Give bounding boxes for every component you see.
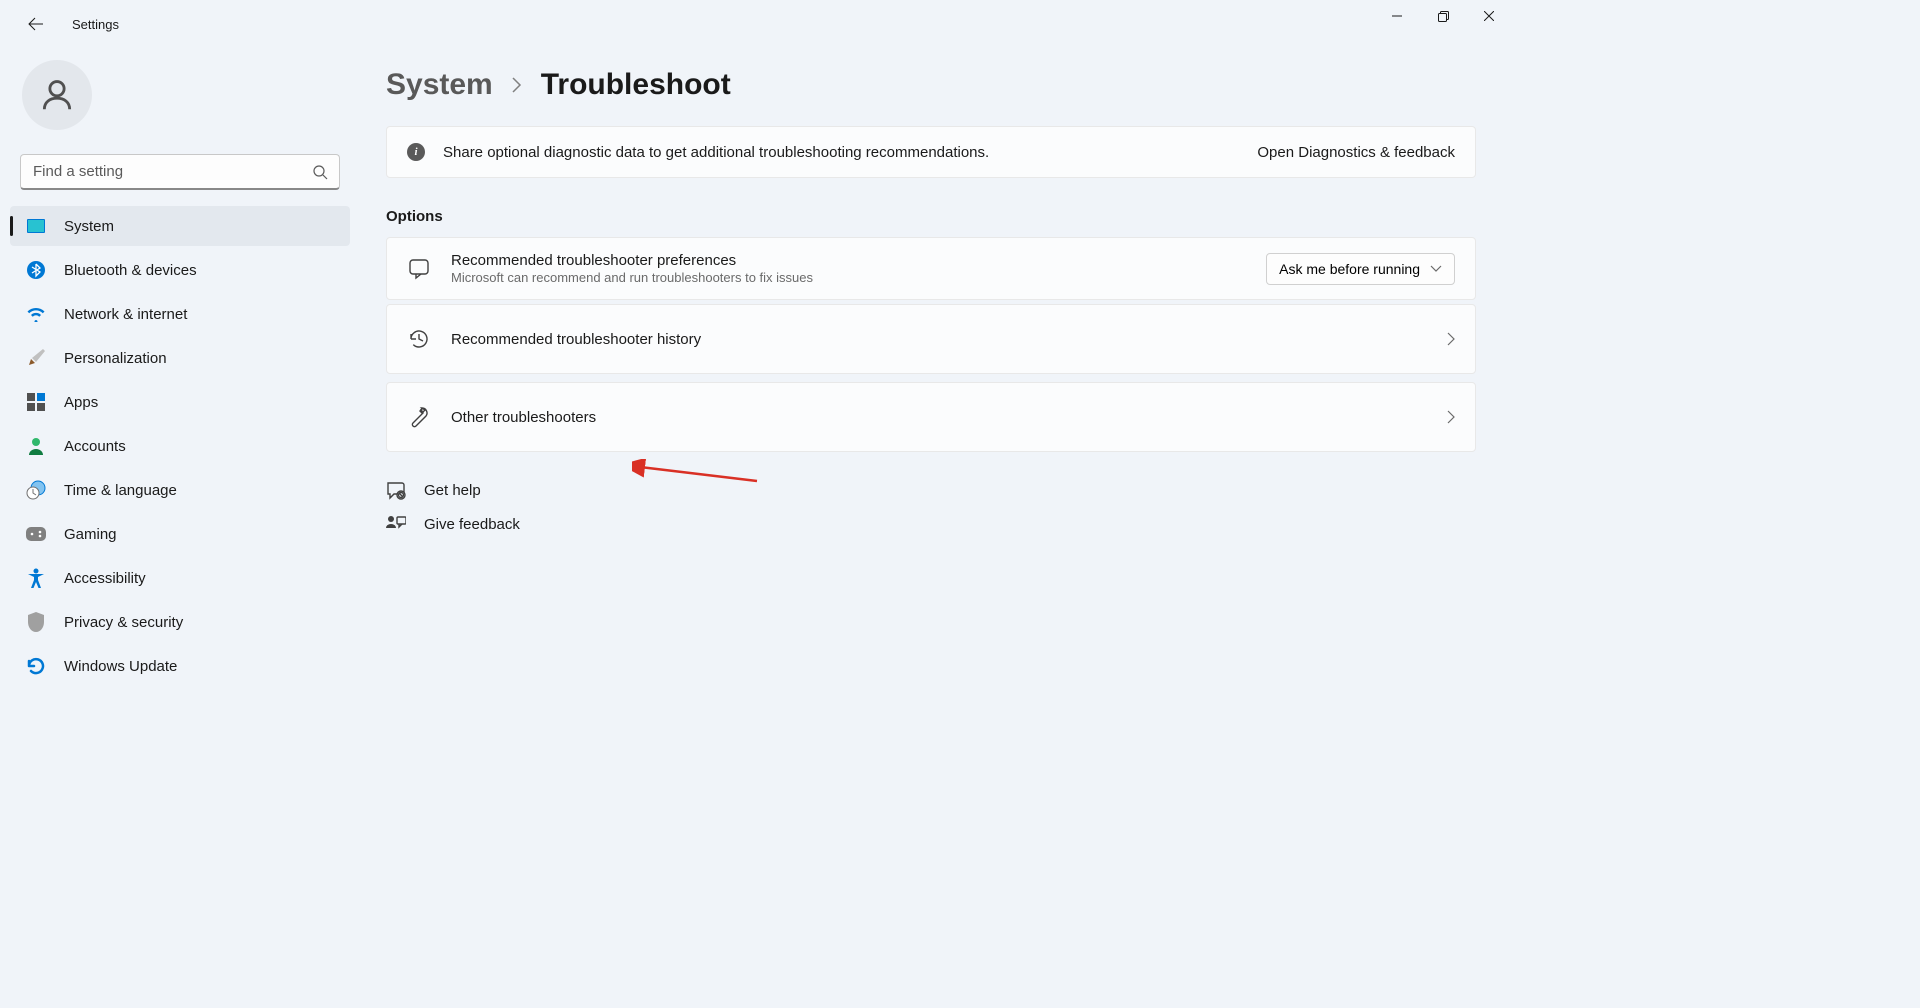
sidebar-item-accounts[interactable]: Accounts (10, 426, 350, 466)
card-subtitle: Microsoft can recommend and run troubles… (451, 270, 1266, 285)
chevron-down-icon (1430, 265, 1442, 273)
breadcrumb: System Troubleshoot (386, 68, 1476, 102)
breadcrumb-parent[interactable]: System (386, 68, 493, 102)
diagnostics-feedback-link[interactable]: Open Diagnostics & feedback (1257, 144, 1455, 161)
link-label: Get help (424, 482, 481, 499)
nav-label: System (64, 218, 114, 235)
sidebar-item-windows-update[interactable]: Windows Update (10, 646, 350, 686)
options-title: Options (386, 208, 1476, 225)
accessibility-icon (26, 568, 46, 588)
nav-label: Windows Update (64, 658, 177, 675)
sidebar-item-privacy[interactable]: Privacy & security (10, 602, 350, 642)
card-title: Recommended troubleshooter history (451, 331, 1447, 348)
bluetooth-icon (26, 260, 46, 280)
user-avatar[interactable] (22, 60, 92, 130)
sidebar-item-network[interactable]: Network & internet (10, 294, 350, 334)
apps-icon (26, 392, 46, 412)
info-banner: i Share optional diagnostic data to get … (386, 126, 1476, 178)
paintbrush-icon (26, 348, 46, 368)
minimize-button[interactable] (1374, 0, 1420, 32)
search-box (20, 154, 340, 190)
accounts-icon (26, 436, 46, 456)
sidebar-item-apps[interactable]: Apps (10, 382, 350, 422)
wifi-icon (26, 304, 46, 324)
breadcrumb-current: Troubleshoot (541, 68, 731, 102)
nav-label: Network & internet (64, 306, 187, 323)
info-icon: i (407, 143, 425, 161)
update-icon (26, 656, 46, 676)
nav-label: Personalization (64, 350, 167, 367)
other-troubleshooters-card[interactable]: Other troubleshooters (386, 382, 1476, 452)
window-controls (1374, 0, 1512, 32)
shield-icon (26, 612, 46, 632)
card-title: Recommended troubleshooter preferences (451, 252, 1266, 269)
chat-icon (407, 257, 431, 281)
give-feedback-link[interactable]: Give feedback (386, 514, 1476, 534)
sidebar-item-accessibility[interactable]: Accessibility (10, 558, 350, 598)
back-button[interactable] (16, 4, 56, 44)
sidebar-item-time-language[interactable]: Time & language (10, 470, 350, 510)
system-icon (26, 216, 46, 236)
chevron-right-icon (511, 75, 523, 95)
nav-label: Bluetooth & devices (64, 262, 197, 279)
arrow-left-icon (28, 16, 44, 32)
minimize-icon (1392, 11, 1402, 21)
person-icon (38, 76, 76, 114)
get-help-link[interactable]: Get help (386, 480, 1476, 500)
history-card[interactable]: Recommended troubleshooter history (386, 304, 1476, 374)
nav-label: Privacy & security (64, 614, 183, 631)
close-icon (1484, 11, 1494, 21)
prefs-dropdown[interactable]: Ask me before running (1266, 253, 1455, 285)
sidebar: System Bluetooth & devices Network & int… (0, 48, 360, 794)
titlebar: Settings (0, 0, 1512, 48)
info-text: Share optional diagnostic data to get ad… (443, 144, 1257, 161)
maximize-button[interactable] (1420, 0, 1466, 32)
sidebar-item-bluetooth[interactable]: Bluetooth & devices (10, 250, 350, 290)
sidebar-item-system[interactable]: System (10, 206, 350, 246)
chevron-right-icon (1447, 410, 1455, 424)
sidebar-item-personalization[interactable]: Personalization (10, 338, 350, 378)
clock-globe-icon (26, 480, 46, 500)
search-input[interactable] (20, 154, 340, 190)
main-content: System Troubleshoot i Share optional dia… (360, 48, 1512, 794)
link-label: Give feedback (424, 516, 520, 533)
maximize-icon (1438, 11, 1449, 22)
sidebar-item-gaming[interactable]: Gaming (10, 514, 350, 554)
nav-label: Gaming (64, 526, 117, 543)
search-icon (312, 164, 328, 180)
wrench-icon (407, 405, 431, 429)
close-button[interactable] (1466, 0, 1512, 32)
nav-label: Time & language (64, 482, 177, 499)
dropdown-value: Ask me before running (1279, 261, 1420, 277)
card-title: Other troubleshooters (451, 409, 1447, 426)
gaming-icon (26, 524, 46, 544)
recommended-prefs-card[interactable]: Recommended troubleshooter preferences M… (386, 237, 1476, 300)
nav-label: Apps (64, 394, 98, 411)
nav-label: Accessibility (64, 570, 146, 587)
help-icon (386, 480, 406, 500)
chevron-right-icon (1447, 332, 1455, 346)
feedback-icon (386, 514, 406, 534)
app-title: Settings (72, 17, 119, 32)
nav-label: Accounts (64, 438, 126, 455)
history-icon (407, 327, 431, 351)
